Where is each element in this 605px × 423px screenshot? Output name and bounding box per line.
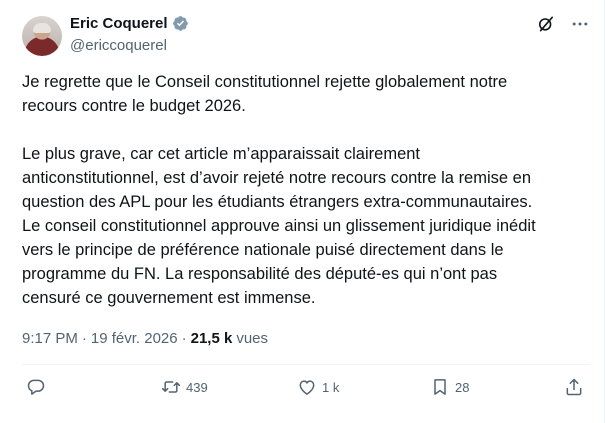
verified-badge-icon: [172, 16, 188, 31]
tweet-time[interactable]: 9:17 PM: [22, 330, 78, 347]
avatar[interactable]: [22, 16, 62, 56]
author-name-row: Eric Coquerel: [70, 15, 189, 32]
bookmark-button[interactable]: 28: [430, 377, 469, 397]
tweet-meta: 9:17 PM · 19 févr. 2026 · 21,5 k vues: [22, 330, 268, 347]
tweet-card: Eric Coquerel @ericcoquerel Je regrette …: [0, 0, 605, 423]
meta-separator: ·: [181, 330, 187, 347]
share-button[interactable]: [564, 377, 584, 397]
author-handle[interactable]: @ericcoquerel: [70, 37, 167, 54]
divider: [22, 364, 590, 365]
tweet-text: Je regrette que le Conseil constitutionn…: [22, 73, 536, 307]
top-actions: [536, 14, 590, 34]
share-icon: [566, 378, 582, 396]
reply-icon: [27, 379, 45, 395]
tweet-date[interactable]: 19 févr. 2026: [91, 330, 178, 347]
author-display-name[interactable]: Eric Coquerel: [70, 15, 168, 32]
views-label: vues: [236, 330, 269, 347]
views-count: 21,5 k: [190, 330, 233, 347]
action-bar: 439 1 k 28: [22, 377, 594, 403]
more-options-icon[interactable]: [570, 14, 590, 34]
retweet-icon: [161, 381, 181, 393]
meta-separator: ·: [81, 330, 87, 347]
avatar-hair: [33, 23, 51, 33]
grok-icon[interactable]: [536, 14, 556, 34]
like-icon: [299, 380, 315, 395]
reply-button[interactable]: [26, 377, 51, 397]
bookmark-icon: [434, 379, 446, 395]
retweet-count: 439: [186, 379, 208, 395]
bookmark-count: 28: [455, 379, 470, 395]
like-count: 1 k: [322, 379, 340, 395]
like-button[interactable]: 1 k: [297, 377, 339, 397]
retweet-button[interactable]: 439: [161, 377, 208, 397]
